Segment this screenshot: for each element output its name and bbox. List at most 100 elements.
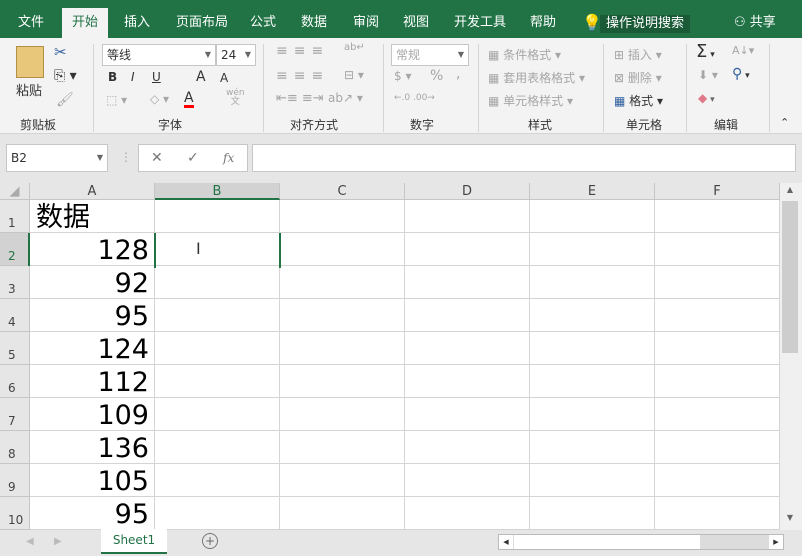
group-alignment: 对齐方式 (290, 118, 339, 132)
font-color-button[interactable]: A (184, 91, 194, 108)
tab-review[interactable]: 审阅 (343, 8, 389, 38)
paste-button[interactable]: 粘贴 (16, 80, 42, 99)
align-horizontal-icons[interactable]: ≡≡≡ (276, 68, 329, 84)
collapse-ribbon-icon[interactable]: ⌃ (780, 116, 789, 129)
font-name-select[interactable]: 等线 ▼ (102, 44, 216, 66)
tab-home[interactable]: 开始 (62, 8, 109, 38)
worksheet-grid[interactable]: ◢ A B C D E F 1 数据 2 128 3 92 4 95 5 124 6 112 7 109 8… (0, 183, 780, 530)
prev-sheet-icon[interactable]: ◀ (26, 536, 34, 547)
tab-insert[interactable]: 插入 (114, 8, 160, 38)
fill-color-icon[interactable]: ◇ ▾ (150, 92, 169, 106)
column-header-f[interactable]: F (655, 183, 780, 200)
formula-buttons: ✕ ✓ fx (138, 144, 248, 172)
scroll-up-icon[interactable]: ▲ (782, 185, 798, 199)
font-size-select[interactable]: 24 ▼ (216, 44, 256, 66)
selected-cell-b2[interactable] (154, 233, 281, 268)
grow-font-button[interactable]: A (196, 69, 206, 85)
tab-help[interactable]: 帮助 (520, 8, 566, 38)
row-header-4[interactable]: 4 (0, 299, 30, 332)
indent-icons[interactable]: ⇤≡ ≡⇥ (276, 91, 324, 106)
scroll-right-icon[interactable]: ▶ (769, 535, 783, 549)
cancel-button[interactable]: ✕ (151, 145, 163, 171)
row-header-1[interactable]: 1 (0, 200, 30, 233)
find-icon[interactable]: ⚲ ▾ (732, 66, 750, 82)
row-header-9[interactable]: 9 (0, 464, 30, 497)
row-header-6[interactable]: 6 (0, 365, 30, 398)
shrink-font-button[interactable]: A (220, 71, 228, 85)
share-button[interactable]: ⚇ 共享 (724, 8, 786, 38)
cell-a2[interactable]: 128 (30, 233, 153, 266)
cell-a6[interactable]: 112 (30, 365, 153, 398)
wrap-text-icon[interactable]: ab↵ (344, 42, 365, 53)
underline-button[interactable]: U (152, 70, 161, 84)
tab-view[interactable]: 视图 (393, 8, 439, 38)
insert-function-button[interactable]: fx (223, 145, 234, 171)
orientation-icon[interactable]: ab↗ ▾ (328, 91, 363, 105)
bold-button[interactable]: B (108, 70, 117, 84)
next-sheet-icon[interactable]: ▶ (54, 536, 62, 547)
number-format-select[interactable]: 常规 ▼ (391, 44, 469, 66)
tab-formulas[interactable]: 公式 (240, 8, 286, 38)
cell-a10[interactable]: 95 (30, 497, 153, 530)
borders-icon[interactable]: ⬚ ▾ (106, 93, 127, 107)
insert-cells-button[interactable]: ⊞ 插入 ▾ (614, 46, 662, 63)
cell-a3[interactable]: 92 (30, 266, 153, 299)
cut-icon[interactable]: ✂ (54, 43, 67, 61)
scroll-thumb[interactable] (782, 201, 798, 353)
delete-cells-button[interactable]: ⊠ 删除 ▾ (614, 69, 662, 86)
row-header-2[interactable]: 2 (0, 233, 30, 266)
cell-styles-button[interactable]: ▦ 单元格样式 ▾ (488, 92, 573, 109)
cell-a1[interactable]: 数据 (30, 200, 153, 233)
column-header-c[interactable]: C (280, 183, 405, 200)
phonetic-icon[interactable]: wén 文 (226, 89, 245, 107)
cell-a9[interactable]: 105 (30, 464, 153, 497)
tab-page-layout[interactable]: 页面布局 (166, 8, 238, 38)
row-header-8[interactable]: 8 (0, 431, 30, 464)
formula-input[interactable] (252, 144, 796, 172)
tell-me-search[interactable]: 操作说明搜索 (600, 15, 691, 33)
sort-filter-icon[interactable]: A↓▾ (732, 44, 754, 57)
scroll-left-icon[interactable]: ◀ (499, 535, 513, 549)
format-cells-button[interactable]: ▦ 格式 ▾ (614, 92, 663, 109)
row-header-3[interactable]: 3 (0, 266, 30, 299)
row-header-7[interactable]: 7 (0, 398, 30, 431)
name-box[interactable]: B2 ▼ (6, 144, 108, 172)
add-sheet-icon[interactable]: + (202, 533, 218, 549)
cell-a7[interactable]: 109 (30, 398, 153, 431)
row-header-10[interactable]: 10 (0, 497, 30, 530)
column-header-b[interactable]: B (155, 183, 280, 200)
h-scroll-thumb[interactable] (514, 535, 700, 549)
horizontal-scrollbar[interactable]: ◀ ▶ (498, 534, 784, 550)
select-all-button[interactable]: ◢ (0, 183, 30, 200)
autosum-icon[interactable]: Σ ▾ (696, 41, 715, 62)
vertical-scrollbar[interactable]: ▲ ▼ (780, 183, 802, 530)
copy-icon[interactable]: ⎘ ▾ (54, 68, 77, 84)
sheet-tab-sheet1[interactable]: Sheet1 (101, 529, 167, 554)
format-painter-icon[interactable]: 🖌 (56, 92, 74, 108)
decimal-icons[interactable]: ←.0 .00→ (394, 93, 435, 103)
merge-icon[interactable]: ⊟ ▾ (344, 68, 364, 82)
tab-data[interactable]: 数据 (291, 8, 337, 38)
tab-file[interactable]: 文件 (8, 8, 54, 38)
cell-a5[interactable]: 124 (30, 332, 153, 365)
fill-icon[interactable]: ⬇ ▾ (698, 68, 718, 82)
ribbon: 粘贴 ✂ ⎘ ▾ 🖌 剪贴板 等线 ▼ 24 ▼ B I U A A ⬚ ▾ ◇ ▾… (0, 38, 802, 134)
row-header-5[interactable]: 5 (0, 332, 30, 365)
align-vertical-icons[interactable]: ≡≡≡ (276, 43, 329, 59)
tab-developer[interactable]: 开发工具 (444, 8, 516, 38)
clear-icon[interactable]: ◆ ▾ (698, 91, 715, 105)
column-header-a[interactable]: A (30, 183, 155, 200)
cell-a8[interactable]: 136 (30, 431, 153, 464)
cell-a4[interactable]: 95 (30, 299, 153, 332)
scroll-down-icon[interactable]: ▼ (782, 513, 798, 527)
conditional-format-button[interactable]: ▦ 条件格式 ▾ (488, 46, 561, 63)
column-header-d[interactable]: D (405, 183, 530, 200)
percent-button[interactable]: % (430, 68, 443, 84)
italic-button[interactable]: I (131, 70, 135, 84)
enter-button[interactable]: ✓ (187, 145, 199, 171)
paste-icon[interactable] (16, 46, 44, 78)
comma-button[interactable]: , (456, 66, 460, 82)
column-header-e[interactable]: E (530, 183, 655, 200)
format-as-table-button[interactable]: ▦ 套用表格格式 ▾ (488, 69, 585, 86)
accounting-icon[interactable]: $ ▾ (394, 69, 411, 83)
